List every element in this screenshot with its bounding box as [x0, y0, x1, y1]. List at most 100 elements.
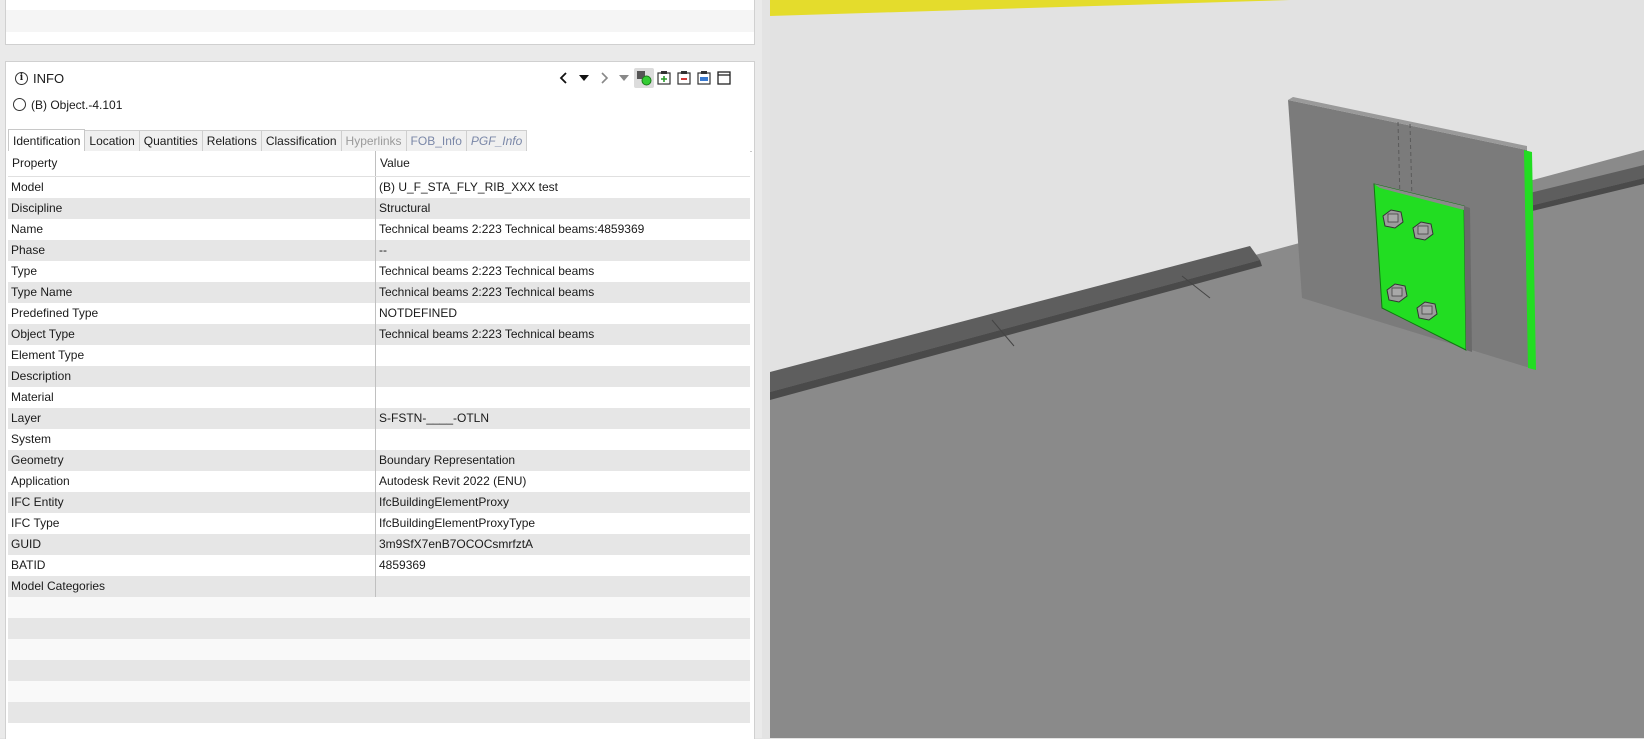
property-cell: Layer: [8, 408, 376, 429]
grid-header: Property Value: [8, 151, 750, 177]
chevron-left-icon[interactable]: [554, 68, 574, 88]
property-cell: Type: [8, 261, 376, 282]
tab-classification[interactable]: Classification: [260, 130, 342, 151]
table-row[interactable]: Model Categories: [8, 576, 750, 597]
empty-row: [8, 597, 750, 618]
table-row[interactable]: Application Autodesk Revit 2022 (ENU): [8, 471, 750, 492]
select-objects-icon[interactable]: [634, 68, 654, 88]
chevron-right-icon[interactable]: [594, 68, 614, 88]
value-cell: [376, 576, 750, 597]
table-row[interactable]: Name Technical beams 2:223 Technical beam…: [8, 219, 750, 240]
empty-row: [8, 681, 750, 702]
table-row[interactable]: Phase --: [8, 240, 750, 261]
grid-rows: Model (B) U_F_STA_FLY_RIB_XXX test Discipl…: [8, 177, 750, 597]
history-back-dropdown-icon[interactable]: [574, 68, 594, 88]
add-to-set-icon[interactable]: [654, 68, 674, 88]
tab-identification[interactable]: Identification: [8, 129, 86, 152]
table-row[interactable]: Predefined Type NOTDEFINED: [8, 303, 750, 324]
property-tabs: Identification Location Quantities Relat…: [8, 129, 752, 152]
property-cell: Phase: [8, 240, 376, 261]
value-cell: [376, 387, 750, 408]
info-panel: i INFO (B) Object.-4.101 Identification …: [5, 61, 755, 739]
property-cell: IFC Type: [8, 513, 376, 534]
property-cell: GUID: [8, 534, 376, 555]
left-panel-area: i INFO (B) Object.-4.101 Identification …: [0, 0, 762, 739]
object-radio[interactable]: [13, 98, 26, 111]
upper-panel: [5, 0, 755, 45]
value-cell: Technical beams 2:223 Technical beams: [379, 264, 595, 278]
property-cell: Model Categories: [8, 576, 376, 597]
value-cell: S-FSTN-____-OTLN: [379, 411, 490, 425]
grid-empty-rows: [8, 597, 750, 723]
property-cell: Predefined Type: [8, 303, 376, 324]
tab-hyperlinks[interactable]: Hyperlinks: [340, 130, 407, 151]
value-cell: 4859369: [379, 558, 426, 572]
tab-location[interactable]: Location: [84, 130, 140, 151]
remove-from-set-icon[interactable]: [674, 68, 694, 88]
property-cell: Type Name: [8, 282, 376, 303]
property-cell: Application: [8, 471, 376, 492]
table-row[interactable]: Model (B) U_F_STA_FLY_RIB_XXX test: [8, 177, 750, 198]
property-cell: Material: [8, 387, 376, 408]
header-property[interactable]: Property: [8, 151, 376, 176]
info-icon: i: [15, 72, 28, 85]
value-cell: Technical beams 2:223 Technical beams:48…: [379, 222, 645, 236]
object-label: (B) Object.-4.101: [31, 98, 123, 112]
table-row[interactable]: IFC Type IfcBuildingElementProxyType: [8, 513, 750, 534]
info-toolbar: [554, 68, 734, 88]
table-row[interactable]: Discipline Structural: [8, 198, 750, 219]
table-row[interactable]: Element Type: [8, 345, 750, 366]
value-cell: Technical beams 2:223 Technical beams: [379, 285, 595, 299]
property-cell: Model: [8, 177, 376, 198]
table-row[interactable]: Type Name Technical beams 2:223 Technical…: [8, 282, 750, 303]
empty-row: [8, 660, 750, 681]
value-cell: Boundary Representation: [379, 453, 516, 467]
table-row[interactable]: Geometry Boundary Representation: [8, 450, 750, 471]
info-panel-header: i INFO: [6, 62, 754, 94]
tab-fob-info[interactable]: FOB_Info: [405, 130, 467, 151]
value-cell: Technical beams 2:223 Technical beams: [379, 327, 595, 341]
property-cell: System: [8, 429, 376, 450]
property-cell: IFC Entity: [8, 492, 376, 513]
table-row[interactable]: Type Technical beams 2:223 Technical beam…: [8, 261, 750, 282]
empty-row: [8, 618, 750, 639]
property-cell: Description: [8, 366, 376, 387]
table-row[interactable]: Object Type Technical beams 2:223 Technic…: [8, 324, 750, 345]
empty-row: [8, 702, 750, 723]
3d-viewport[interactable]: [770, 0, 1644, 738]
table-row[interactable]: System: [8, 429, 750, 450]
property-cell: BATID: [8, 555, 376, 576]
value-cell: IfcBuildingElementProxyType: [379, 516, 536, 530]
table-row[interactable]: BATID 4859369: [8, 555, 750, 576]
table-row[interactable]: Layer S-FSTN-____-OTLN: [8, 408, 750, 429]
value-cell: NOTDEFINED: [379, 306, 457, 320]
table-row[interactable]: IFC Entity IfcBuildingElementProxy: [8, 492, 750, 513]
object-row: (B) Object.-4.101: [6, 94, 754, 118]
value-cell: [376, 429, 750, 450]
value-cell: [376, 345, 750, 366]
empty-row: [8, 639, 750, 660]
clear-set-icon[interactable]: [694, 68, 714, 88]
tab-quantities[interactable]: Quantities: [138, 130, 203, 151]
value-cell: 3m9SfX7enB7OCOCsmrfztA: [379, 537, 534, 551]
tab-pgf-info[interactable]: PGF_Info: [465, 130, 528, 151]
value-cell: IfcBuildingElementProxy: [379, 495, 510, 509]
value-cell: (B) U_F_STA_FLY_RIB_XXX test: [379, 180, 558, 194]
table-row[interactable]: GUID 3m9SfX7enB7OCOCsmrfztA: [8, 534, 750, 555]
window-icon[interactable]: [714, 68, 734, 88]
value-cell: Autodesk Revit 2022 (ENU): [379, 474, 527, 488]
upper-panel-row: [6, 10, 754, 32]
table-row[interactable]: Description: [8, 366, 750, 387]
property-grid: Property Value Model (B) U_F_STA_FLY_RIB_…: [8, 151, 750, 723]
history-forward-dropdown-icon[interactable]: [614, 68, 634, 88]
property-cell: Element Type: [8, 345, 376, 366]
property-cell: Name: [8, 219, 376, 240]
tab-relations[interactable]: Relations: [201, 130, 262, 151]
table-row[interactable]: Material: [8, 387, 750, 408]
value-cell: --: [379, 243, 387, 257]
info-panel-title: INFO: [33, 71, 65, 86]
property-cell: Discipline: [8, 198, 376, 219]
header-value[interactable]: Value: [376, 151, 750, 176]
property-cell: Geometry: [8, 450, 376, 471]
value-cell: [376, 366, 750, 387]
